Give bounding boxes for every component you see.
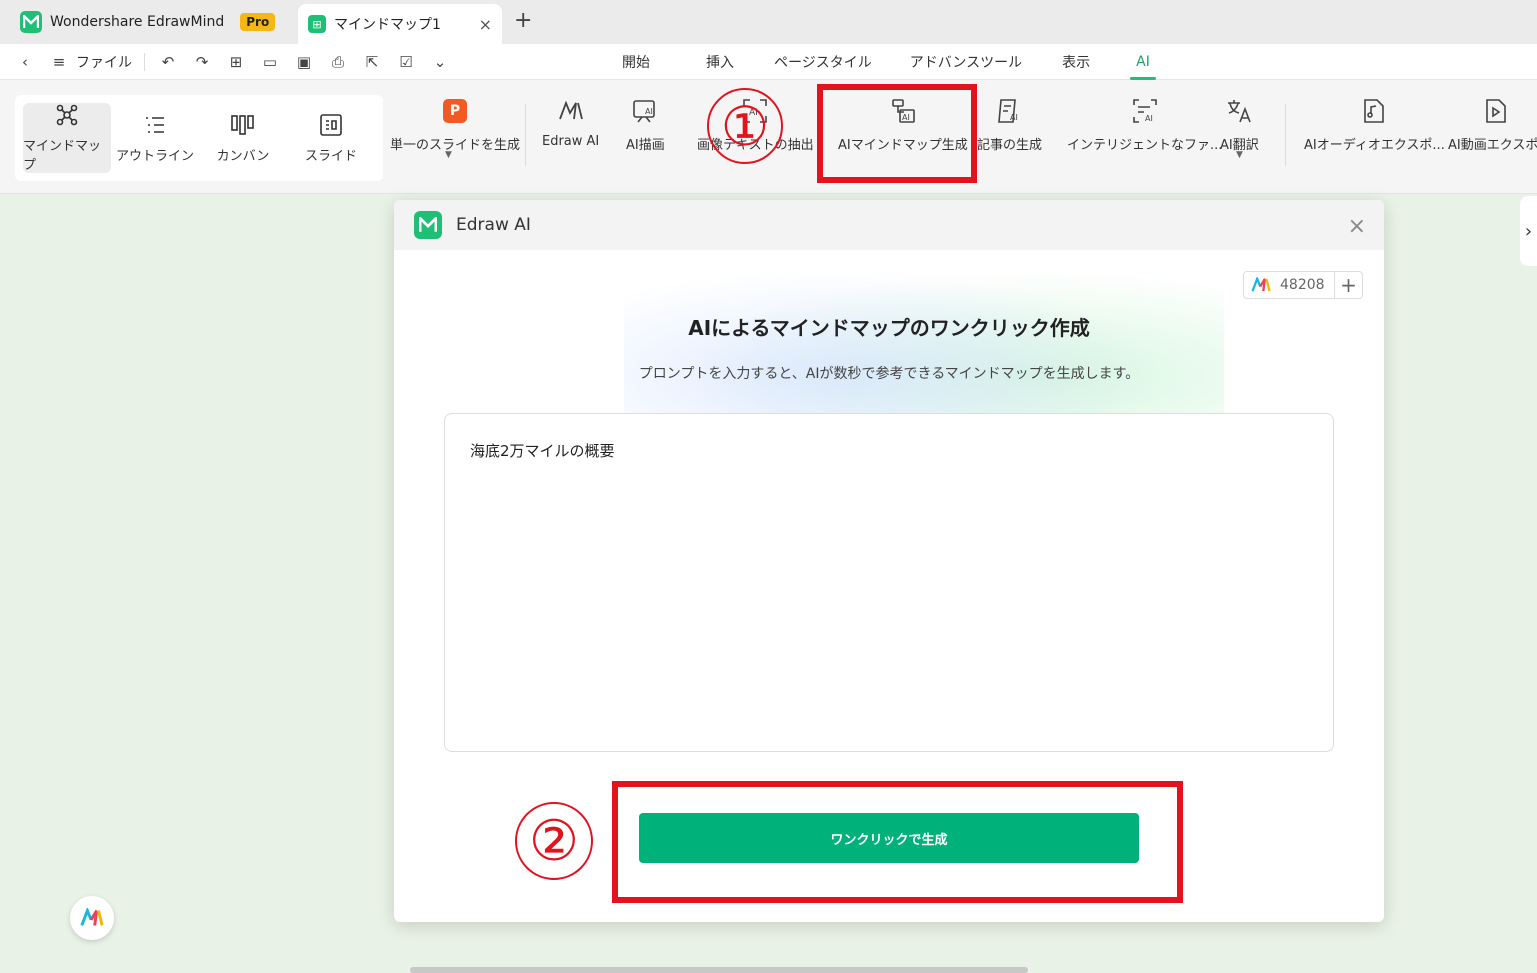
dialog-subtitle: プロンプトを入力すると、AIが数秒で参考できるマインドマップを生成します。: [638, 366, 1140, 382]
annotation-box-1: [817, 84, 977, 183]
tool-label: 記事の生成: [977, 138, 1043, 153]
kanban-icon: [231, 113, 255, 137]
view-label: スライド: [304, 148, 357, 164]
audio-export-icon: [1361, 98, 1387, 124]
hamburger-icon[interactable]: ≡: [48, 51, 70, 73]
save-icon[interactable]: ▣: [293, 51, 315, 73]
app-tab[interactable]: Wondershare EdrawMind Pro: [10, 4, 285, 40]
new-tab-icon[interactable]: +: [514, 8, 532, 33]
ppt-icon: P: [442, 98, 468, 124]
mindmap-doc-icon: ⊞: [308, 15, 326, 33]
pro-badge[interactable]: Pro: [240, 13, 276, 31]
add-credits-button[interactable]: +: [1334, 272, 1362, 298]
credits-value: 48208: [1280, 277, 1325, 293]
task-icon[interactable]: ☑: [395, 51, 417, 73]
menu-tabs: 開始 挿入 ページスタイル アドバンスツール 表示 AI: [610, 44, 1162, 80]
article-generate-button[interactable]: AI 記事の生成: [977, 98, 1042, 153]
intelligent-file-button[interactable]: AI インテリジェントなファ...: [1067, 98, 1222, 153]
title-bar: Wondershare EdrawMind Pro ⊞ マインドマップ1 × +: [0, 0, 1537, 44]
document-tab[interactable]: ⊞ マインドマップ1 ×: [298, 4, 502, 44]
close-icon[interactable]: ×: [1348, 214, 1366, 239]
tool-label: AI描画: [626, 138, 665, 153]
menu-bar: ‹ ≡ ファイル ↶ ↷ ⊞ ▭ ▣ ⎙ ⇱ ☑ ⌄ 開始 挿入 ページスタイル…: [0, 44, 1537, 80]
tab-page-style[interactable]: ページスタイル: [762, 44, 884, 80]
chevron-down-icon[interactable]: ▼: [1236, 150, 1243, 160]
view-switcher: マインドマップ アウトライン カンバン スライド: [15, 95, 383, 181]
view-label: アウトライン: [115, 148, 194, 164]
tab-insert[interactable]: 挿入: [694, 44, 746, 80]
edraw-ai-credit-icon: [1250, 276, 1272, 294]
slide-icon: [319, 113, 343, 137]
divider: [144, 53, 145, 71]
tool-label: AIオーディオエクスポ...: [1304, 138, 1445, 153]
ai-video-export-button[interactable]: AI動画エクスポ-: [1448, 98, 1537, 153]
outline-icon: [143, 113, 167, 137]
annotation-step-2: ②: [515, 802, 593, 880]
view-outline-button[interactable]: アウトライン: [111, 103, 199, 173]
divider: [1285, 104, 1286, 166]
tab-view[interactable]: 表示: [1050, 44, 1102, 80]
chevron-down-icon[interactable]: ▼: [445, 150, 452, 160]
intelligent-file-icon: AI: [1132, 98, 1158, 124]
tab-ai[interactable]: AI: [1124, 44, 1162, 80]
ai-draw-button[interactable]: AI AI描画: [626, 98, 665, 153]
edrawmind-logo-icon: [20, 11, 42, 33]
video-export-icon: [1483, 98, 1509, 124]
view-slide-button[interactable]: スライド: [287, 103, 375, 173]
credits-counter: 48208 +: [1243, 271, 1363, 299]
edraw-logo-icon: [414, 211, 442, 239]
svg-text:AI: AI: [1010, 113, 1018, 122]
document-tab-title: マインドマップ1: [334, 17, 441, 33]
undo-icon[interactable]: ↶: [157, 51, 179, 73]
edraw-ai-logo-icon: [80, 908, 104, 926]
dialog-header: Edraw AI: [394, 200, 1384, 250]
more-icon[interactable]: ⌄: [429, 51, 451, 73]
prompt-input[interactable]: 海底2万マイルの概要: [444, 413, 1334, 752]
close-tab-icon[interactable]: ×: [479, 15, 492, 34]
mindmap-icon: [55, 103, 79, 127]
horizontal-scrollbar[interactable]: [410, 967, 1028, 973]
ai-audio-export-button[interactable]: AIオーディオエクスポ...: [1304, 98, 1445, 153]
tool-label: 単一のスライドを生成: [390, 138, 521, 153]
view-kanban-button[interactable]: カンバン: [199, 103, 287, 173]
edraw-ai-button[interactable]: Edraw AI: [542, 98, 599, 149]
tab-start[interactable]: 開始: [610, 44, 662, 80]
annotation-box-2: [612, 781, 1183, 903]
print-icon[interactable]: ⎙: [327, 51, 349, 73]
translate-icon: [1226, 98, 1252, 124]
new-file-icon[interactable]: ⊞: [225, 51, 247, 73]
tool-label: インテリジェントなファ...: [1067, 138, 1223, 153]
svg-text:AI: AI: [1145, 114, 1153, 123]
generate-slide-button[interactable]: P 単一のスライドを生成: [390, 98, 520, 153]
chevron-right-icon: ›: [1524, 220, 1533, 242]
ai-translate-button[interactable]: AI翻訳: [1220, 98, 1259, 153]
edraw-ai-icon: [558, 98, 584, 124]
open-folder-icon[interactable]: ▭: [259, 51, 281, 73]
back-icon[interactable]: ‹: [14, 51, 36, 73]
view-mindmap-button[interactable]: マインドマップ: [23, 103, 111, 173]
floating-ai-assistant-button[interactable]: [70, 896, 114, 940]
ai-draw-icon: AI: [632, 98, 658, 124]
view-label: マインドマップ: [23, 139, 102, 173]
redo-icon[interactable]: ↷: [191, 51, 213, 73]
svg-text:AI: AI: [645, 107, 653, 116]
tab-advanced-tools[interactable]: アドバンスツール: [898, 44, 1034, 80]
tool-label: AI動画エクスポ-: [1448, 138, 1537, 153]
file-menu[interactable]: ファイル: [76, 52, 132, 72]
dialog-heading: AIによるマインドマップのワンクリック作成: [688, 316, 1090, 340]
dialog-title: Edraw AI: [456, 215, 531, 235]
tool-label: Edraw AI: [542, 134, 600, 149]
app-title: Wondershare EdrawMind: [50, 14, 225, 30]
annotation-step-1: ①: [707, 88, 783, 164]
view-label: カンバン: [216, 148, 270, 164]
side-panel-toggle[interactable]: ›: [1520, 196, 1537, 266]
export-icon[interactable]: ⇱: [361, 51, 383, 73]
divider: [525, 104, 526, 166]
article-icon: AI: [997, 98, 1023, 124]
